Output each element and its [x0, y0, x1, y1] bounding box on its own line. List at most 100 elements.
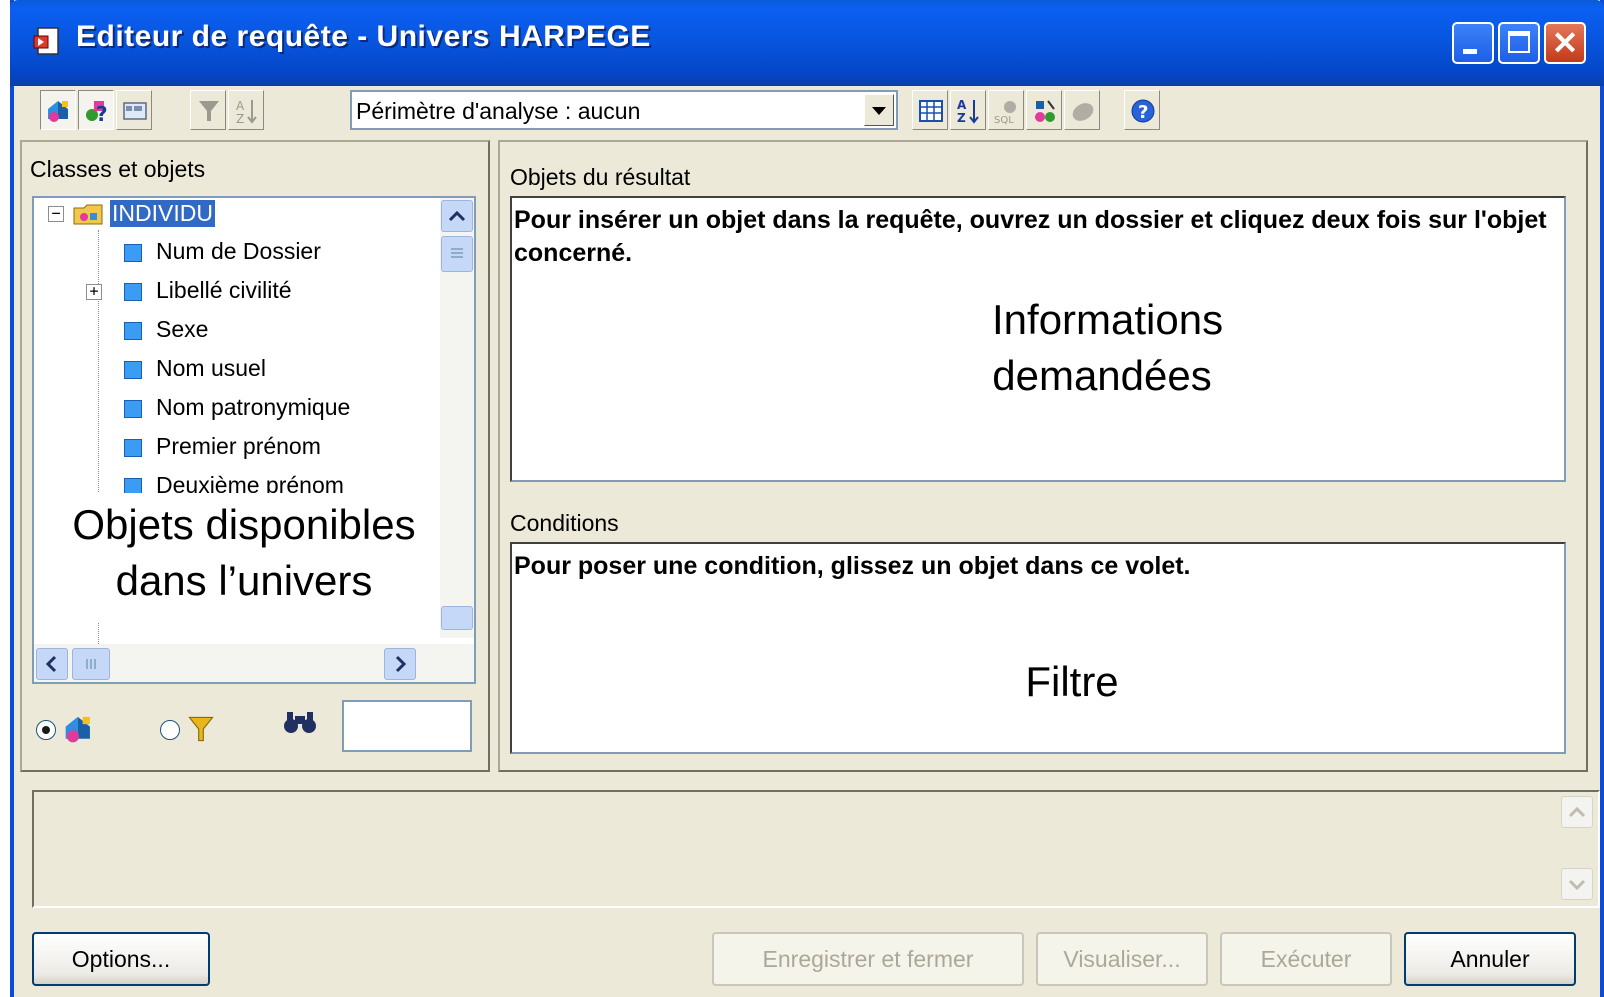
objects-radio[interactable] — [36, 720, 56, 740]
chevron-right-icon — [395, 655, 407, 673]
scope-combobox[interactable]: Périmètre d'analyse : aucun — [350, 90, 898, 130]
grip-icon — [451, 248, 463, 258]
maximize-icon — [1508, 31, 1530, 53]
scroll-thumb[interactable] — [441, 236, 473, 272]
sort-az-button[interactable]: A Z — [950, 90, 986, 130]
objects-icon — [65, 716, 90, 743]
scroll-up-button[interactable] — [441, 200, 473, 232]
filter-icon — [188, 716, 214, 742]
query-editor-window: Editeur de requête - Univers HARPEGE ✕ ? — [10, 0, 1604, 997]
preview-button[interactable]: Visualiser... — [1036, 932, 1208, 986]
tree-item-individu[interactable]: − INDIVIDU — [48, 198, 428, 230]
sql-button[interactable]: SQL — [988, 90, 1024, 130]
maximize-button[interactable] — [1498, 22, 1540, 64]
dimension-object-icon — [124, 244, 142, 262]
combine-button[interactable] — [1026, 90, 1062, 130]
message-scrollbar[interactable] — [1560, 796, 1594, 902]
filter-button[interactable] — [190, 90, 226, 130]
sql-icon: SQL — [994, 101, 1016, 125]
result-objects-hint: Pour insérer un objet dans la requête, o… — [514, 206, 1547, 267]
grid-button[interactable] — [912, 90, 948, 130]
help-icon: ? — [1131, 99, 1155, 123]
title-bar[interactable]: Editeur de requête - Univers HARPEGE ✕ — [10, 0, 1604, 86]
collapse-icon[interactable]: − — [48, 206, 64, 222]
tree-root-label: INDIVIDU — [110, 200, 215, 227]
chevron-down-icon[interactable] — [864, 94, 894, 126]
svg-text:Z: Z — [236, 112, 244, 125]
filter-icon — [199, 101, 219, 121]
conditions-label: Conditions — [510, 510, 619, 536]
conditions-box[interactable]: Pour poser une condition, glissez un obj… — [510, 542, 1566, 754]
execute-button[interactable]: Exécuter — [1220, 932, 1392, 986]
chevron-up-icon — [1568, 806, 1586, 818]
h-scroll-thumb[interactable] — [72, 648, 110, 680]
sort-button[interactable]: A Z — [228, 90, 264, 130]
objects-icon — [48, 101, 68, 122]
search-input[interactable] — [342, 700, 472, 752]
svg-text:SQL: SQL — [994, 115, 1014, 125]
svg-text:?: ? — [1138, 102, 1148, 123]
close-icon: ✕ — [1551, 25, 1579, 61]
message-area — [32, 790, 1600, 908]
sort-az-icon: A Z — [957, 98, 979, 125]
objects-view-button[interactable] — [40, 90, 76, 130]
annotation-box: Objets disponibles dans l’univers — [34, 493, 454, 623]
scroll-left-button[interactable] — [36, 648, 68, 680]
dimension-object-icon — [124, 322, 142, 340]
combine-icon — [1035, 100, 1055, 122]
scope-combobox-value: Périmètre d'analyse : aucun — [356, 98, 641, 124]
chevron-down-icon — [1568, 879, 1586, 891]
help-button[interactable]: ? — [1124, 90, 1160, 130]
tree-item-label: Premier prénom — [156, 433, 321, 459]
annotation-filtre: Filtre — [1025, 658, 1119, 705]
classes-objects-tree[interactable]: − INDIVIDU Num de Dossier + Libellé civi… — [32, 196, 476, 684]
dimension-object-icon — [124, 439, 142, 457]
window-icon — [123, 102, 147, 120]
result-objects-box[interactable]: Pour insérer un objet dans la requête, o… — [510, 196, 1566, 482]
tree-horizontal-scrollbar[interactable] — [34, 644, 474, 682]
chevron-up-icon — [448, 210, 466, 222]
minimize-icon — [1463, 49, 1477, 54]
tag-button[interactable] — [1064, 90, 1100, 130]
options-button[interactable]: Options... — [32, 932, 210, 986]
svg-text:Z: Z — [957, 111, 966, 125]
result-objects-label: Objets du résultat — [510, 164, 691, 190]
app-icon — [33, 27, 59, 55]
svg-text:?: ? — [96, 102, 108, 125]
tree-item-label: Libellé civilité — [156, 277, 292, 303]
scroll-right-button[interactable] — [384, 648, 416, 680]
minimize-button[interactable] — [1452, 22, 1494, 64]
dimension-object-icon — [124, 400, 142, 418]
scroll-down-button[interactable] — [1561, 868, 1593, 900]
scroll-up-button[interactable] — [1561, 796, 1593, 828]
window-title: Editeur de requête - Univers HARPEGE — [76, 20, 651, 53]
tree-item-label: Num de Dossier — [156, 238, 321, 264]
folder-icon — [73, 204, 103, 225]
sort-icon: A Z — [236, 99, 257, 125]
expand-icon[interactable]: + — [86, 284, 102, 300]
close-button[interactable]: ✕ — [1544, 22, 1586, 64]
scroll-down-button[interactable] — [441, 606, 473, 630]
object-help-icon: ? — [86, 101, 108, 125]
display-button[interactable] — [116, 90, 152, 130]
tag-icon — [1072, 103, 1094, 121]
help-objects-button[interactable]: ? — [78, 90, 114, 130]
tree-item-label: Nom usuel — [156, 355, 266, 381]
annotation-line-1: Objets disponibles — [72, 501, 416, 548]
svg-text:A: A — [957, 98, 967, 112]
save-close-button[interactable]: Enregistrer et fermer — [712, 932, 1024, 986]
binoculars-icon[interactable] — [282, 708, 318, 738]
svg-text:A: A — [236, 99, 245, 113]
classes-objects-heading: Classes et objets — [30, 156, 206, 182]
grip-icon — [86, 659, 96, 669]
filters-radio[interactable] — [160, 720, 180, 740]
table-icon — [919, 100, 943, 122]
tree-item-label: Sexe — [156, 316, 209, 342]
dimension-object-icon — [124, 361, 142, 379]
cancel-button[interactable]: Annuler — [1404, 932, 1576, 986]
dimension-object-icon — [124, 283, 142, 301]
annotation-demandees: demandées — [992, 352, 1212, 399]
conditions-hint: Pour poser une condition, glissez un obj… — [514, 552, 1191, 580]
tree-vertical-scrollbar[interactable] — [440, 198, 474, 638]
chevron-left-icon — [45, 655, 57, 673]
